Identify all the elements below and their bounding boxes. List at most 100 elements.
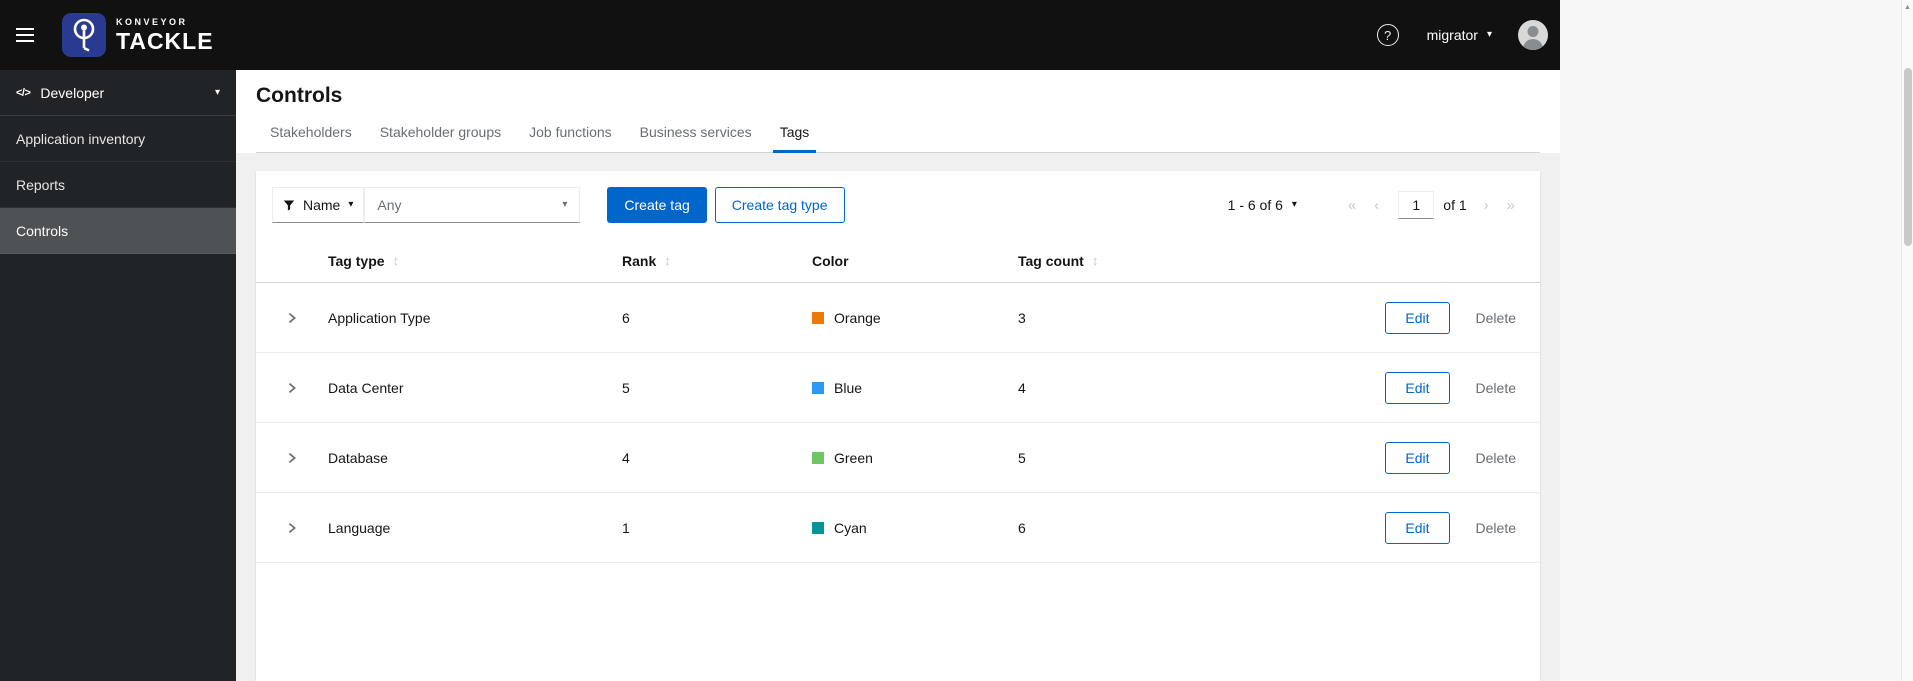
edit-button[interactable]: Edit (1385, 511, 1450, 544)
tab-label: Stakeholder groups (379, 124, 502, 140)
edit-button[interactable]: Edit (1385, 371, 1450, 404)
user-menu-toggle[interactable]: migrator ▾ (1427, 27, 1492, 43)
brand: KONVEYOR TACKLE (62, 13, 214, 57)
column-header-color: Color (812, 253, 1018, 269)
page-title: Controls (256, 84, 343, 107)
color-swatch (812, 451, 824, 464)
sort-icon[interactable]: ↕ (1092, 253, 1099, 268)
tag-type-value: Database (328, 449, 388, 466)
page-number-input[interactable] (1398, 191, 1435, 219)
code-icon: </> (16, 86, 31, 99)
previous-page-button[interactable]: ‹ (1365, 197, 1388, 214)
tag-types-table: Tag type ↕ Rank ↕ Color Tag count ↕ Appl… (256, 239, 1540, 563)
delete-button[interactable]: Delete (1476, 450, 1516, 466)
filter-icon (283, 199, 295, 211)
caret-down-icon: ▾ (214, 86, 220, 98)
create-tag-type-button[interactable]: Create tag type (714, 187, 845, 223)
expand-row-icon[interactable] (282, 377, 302, 399)
color-name: Cyan (834, 519, 867, 536)
toolbar: Name ▾ Any ▾ Create tag Create tag type (256, 171, 1540, 239)
expand-row-icon[interactable] (282, 517, 302, 539)
next-page-button[interactable]: › (1475, 197, 1498, 214)
sidebar-item-label: Reports (16, 176, 66, 193)
delete-button[interactable]: Delete (1476, 310, 1516, 326)
tag-count-value: 5 (1018, 449, 1026, 466)
content-section: Name ▾ Any ▾ Create tag Create tag type (236, 153, 1560, 681)
sidebar-item-application-inventory[interactable]: Application inventory (0, 116, 236, 162)
sidebar-item-controls[interactable]: Controls (0, 208, 236, 254)
username: migrator (1426, 27, 1478, 43)
expand-row-icon[interactable] (282, 447, 302, 469)
column-label: Color (812, 252, 849, 269)
avatar[interactable] (1518, 20, 1548, 50)
column-header-tag-type[interactable]: Tag type ↕ (328, 253, 622, 269)
tab-label: Job functions (529, 124, 612, 140)
column-label: Tag count (1018, 252, 1084, 269)
last-page-button[interactable]: » (1498, 197, 1524, 214)
pagination-nav: « ‹ of 1 › » (1339, 191, 1524, 219)
column-header-rank[interactable]: Rank ↕ (622, 253, 812, 269)
edit-button[interactable]: Edit (1385, 441, 1450, 474)
main-content: Controls Stakeholders Stakeholder groups… (236, 70, 1560, 681)
tag-type-value: Data Center (328, 379, 404, 396)
screen: KONVEYOR TACKLE ? migrator ▾ </> Develop… (0, 0, 1913, 681)
table-row: Data Center 5 Blue 4 Edit Delete (256, 353, 1540, 423)
caret-down-icon: ▾ (1486, 29, 1492, 40)
column-header-tag-count[interactable]: Tag count ↕ (1018, 253, 1258, 269)
tags-card: Name ▾ Any ▾ Create tag Create tag type (256, 171, 1540, 681)
page-header: Controls Stakeholders Stakeholder groups… (236, 70, 1560, 153)
filter-category-dropdown[interactable]: Name ▾ (272, 187, 365, 223)
sidebar-nav: Application inventory Reports Controls (0, 116, 236, 254)
delete-button[interactable]: Delete (1476, 380, 1516, 396)
perspective-label: Developer (40, 84, 105, 101)
delete-button[interactable]: Delete (1476, 520, 1516, 536)
tab-business-services[interactable]: Business services (626, 114, 766, 152)
color-swatch (812, 381, 824, 394)
color-swatch (812, 311, 824, 324)
tag-count-value: 6 (1018, 519, 1026, 536)
edit-button[interactable]: Edit (1385, 301, 1450, 334)
scroll-thumb[interactable] (1904, 68, 1912, 246)
column-label: Tag type (328, 252, 385, 269)
tab-label: Stakeholders (270, 124, 352, 140)
rank-value: 6 (622, 309, 630, 326)
rank-value: 4 (622, 449, 630, 466)
tag-type-value: Language (328, 519, 391, 536)
tabs: Stakeholders Stakeholder groups Job func… (256, 114, 1540, 153)
pagination-menu-toggle[interactable]: 1 - 6 of 6 ▾ (1228, 197, 1297, 213)
pagination-range-label: 1 - 6 of 6 (1227, 197, 1283, 213)
nav-toggle-icon[interactable] (16, 20, 46, 50)
brand-text: KONVEYOR TACKLE (116, 17, 214, 53)
tab-stakeholder-groups[interactable]: Stakeholder groups (366, 114, 515, 152)
expand-row-icon[interactable] (282, 307, 302, 329)
color-name: Blue (834, 379, 863, 396)
filter-value-placeholder: Any (377, 197, 402, 213)
scroll-up-icon[interactable]: ▲ (1902, 0, 1913, 14)
konveyor-logo-icon (62, 13, 106, 57)
help-icon[interactable]: ? (1376, 24, 1399, 46)
tab-job-functions[interactable]: Job functions (515, 114, 626, 152)
sidebar: </> Developer ▾ Application inventory Re… (0, 70, 236, 681)
masthead: KONVEYOR TACKLE ? migrator ▾ (0, 0, 1560, 70)
first-page-button[interactable]: « (1339, 197, 1365, 214)
filter-value-select[interactable]: Any ▾ (364, 187, 581, 223)
tab-tags[interactable]: Tags (766, 114, 824, 153)
table-header-row: Tag type ↕ Rank ↕ Color Tag count ↕ (256, 239, 1540, 283)
tab-label: Business services (639, 124, 752, 140)
caret-down-icon: ▾ (1291, 199, 1297, 210)
sidebar-item-label: Application inventory (16, 130, 146, 147)
color-swatch (812, 521, 824, 534)
scrollbar[interactable]: ▲ (1901, 0, 1913, 681)
table-row: Language 1 Cyan 6 Edit Delete (256, 493, 1540, 563)
app-window: KONVEYOR TACKLE ? migrator ▾ </> Develop… (0, 0, 1560, 681)
tag-type-value: Application Type (328, 309, 431, 326)
rank-value: 1 (622, 519, 630, 536)
sort-icon[interactable]: ↕ (393, 253, 400, 268)
create-tag-button[interactable]: Create tag (607, 187, 707, 223)
sort-icon[interactable]: ↕ (664, 253, 671, 268)
sidebar-item-reports[interactable]: Reports (0, 162, 236, 208)
tab-stakeholders[interactable]: Stakeholders (256, 114, 366, 152)
table-row: Application Type 6 Orange 3 Edit Delete (256, 283, 1540, 353)
perspective-selector[interactable]: </> Developer ▾ (0, 70, 236, 116)
column-label: Rank (622, 252, 657, 269)
